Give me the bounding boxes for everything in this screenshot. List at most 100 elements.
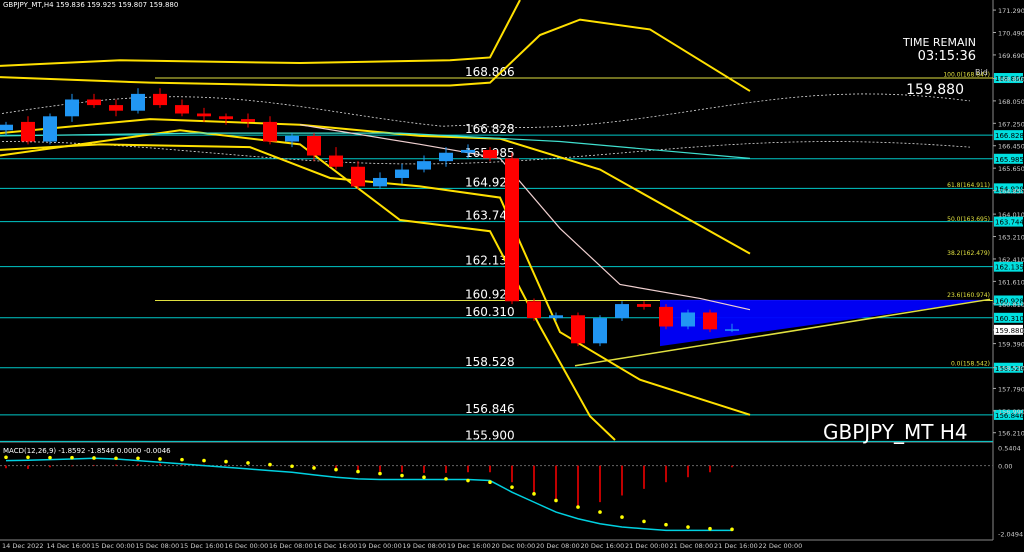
candle-body (87, 99, 101, 106)
time-tick-label: 16 Dec 16:00 (314, 542, 358, 550)
price-tick-label: 171.290 (998, 7, 1024, 15)
fib-label: 23.6(160.974) (947, 292, 990, 299)
fib-label: 38.2(162.479) (947, 250, 990, 257)
candle-body (571, 315, 585, 344)
chart-title: GBPJPY_MT,H4 159.836 159.925 159.807 159… (3, 1, 179, 9)
time-tick-label: 15 Dec 00:00 (91, 542, 135, 550)
candle-body (0, 124, 13, 131)
macd-signal-dot (444, 477, 448, 481)
price-tick-label: 161.610 (998, 278, 1024, 286)
macd-signal-dot (92, 456, 96, 460)
macd-signal-dot (334, 467, 338, 472)
time-tick-label: 19 Dec 16:00 (447, 542, 491, 550)
candle-body (351, 166, 365, 187)
candle-body (725, 329, 739, 331)
time-tick-label: 19 Dec 00:00 (358, 542, 402, 550)
bid-label: Bid (975, 68, 988, 77)
time-remain-value: 03:15:36 (917, 49, 976, 64)
macd-signal-dot (70, 455, 74, 460)
price-tick-label: 168.850 (998, 75, 1024, 83)
candle-body (461, 149, 475, 153)
macd-signal-dot (202, 458, 206, 463)
macd-signal-dot (510, 485, 514, 489)
macd-signal-dot (576, 505, 580, 509)
time-tick-label: 20 Dec 08:00 (536, 542, 580, 550)
candle-body (197, 113, 211, 117)
price-tick-label: 170.490 (998, 30, 1024, 38)
candle-body (395, 169, 409, 178)
macd-tick-label: 0.5404 (998, 445, 1021, 453)
price-tick-label: 168.050 (998, 98, 1024, 106)
fib-label: 0.0(158.542) (951, 360, 990, 367)
candle-body (659, 306, 673, 327)
bid-value: 159.880 (906, 82, 964, 98)
price-tick-label: 156.990 (998, 408, 1024, 416)
macd-signal-dot (708, 526, 712, 531)
candle-body (65, 99, 79, 117)
macd-signal-dot (400, 473, 404, 478)
time-tick-label: 19 Dec 08:00 (403, 542, 447, 550)
time-tick-label: 15 Dec 08:00 (136, 542, 180, 550)
macd-signal-dot (26, 455, 30, 460)
price-tick-label: 159.390 (998, 341, 1024, 349)
macd-signal-dot (224, 459, 228, 464)
candle-body (285, 135, 299, 142)
time-tick-label: 22 Dec 00:00 (759, 542, 803, 550)
candle-body (483, 149, 497, 159)
macd-signal-dot (466, 478, 470, 483)
level-label-156.846: 156.846 (465, 402, 515, 416)
macd-signal-dot (136, 456, 140, 461)
candle-body (417, 161, 431, 170)
price-tag-text-160.310: 160.310 (995, 315, 1024, 323)
candle-body (593, 318, 607, 344)
price-tick-label: 162.410 (998, 256, 1024, 264)
level-label-155.900: 155.900 (465, 428, 515, 442)
macd-tick-label: 0.00 (998, 463, 1012, 471)
level-label-160.310: 160.310 (465, 305, 515, 319)
candle-body (109, 105, 123, 111)
price-tick-label: 158.530 (998, 365, 1024, 373)
macd-signal-dot (356, 469, 360, 474)
time-remain-label: TIME REMAIN (903, 36, 976, 49)
macd-signal-dot (378, 471, 382, 476)
macd-signal-dot (642, 519, 646, 524)
candle-body (241, 119, 255, 122)
macd-signal-dot (554, 498, 558, 503)
fib-label: 50.0(163.695) (947, 216, 990, 223)
macd-signal-dot (290, 464, 294, 469)
time-tick-label: 21 Dec 00:00 (625, 542, 669, 550)
macd-signal-dot (730, 527, 734, 532)
time-tick-label: 16 Dec 00:00 (225, 542, 269, 550)
candle-body (615, 304, 629, 319)
time-tick-label: 21 Dec 16:00 (714, 542, 758, 550)
macd-signal-dot (422, 475, 426, 480)
candle-body (263, 121, 277, 142)
candle-body (703, 312, 717, 330)
time-tick-label: 21 Dec 08:00 (670, 542, 714, 550)
price-tick-label: 165.650 (998, 165, 1024, 173)
price-tag-text-162.135: 162.135 (995, 264, 1024, 272)
time-tick-label: 16 Dec 08:00 (269, 542, 313, 550)
macd-signal-dot (686, 525, 690, 529)
time-tick-label: 20 Dec 16:00 (581, 542, 625, 550)
symbol-label: GBPJPY_MT H4 (823, 420, 968, 444)
level-label-158.528: 158.528 (465, 355, 515, 369)
macd-signal-dot (4, 455, 8, 460)
time-tick-label: 15 Dec 16:00 (180, 542, 224, 550)
candle-body (43, 116, 57, 142)
candle-body (439, 152, 453, 162)
time-tick-label: 14 Dec 2022 (2, 542, 44, 550)
candle-body (175, 105, 189, 114)
candle-body (329, 155, 343, 167)
macd-signal-dot (620, 515, 624, 519)
candle-body (219, 116, 233, 120)
candle-body (131, 93, 145, 111)
price-chart[interactable]: 168.866168.866166.828166.828165.985165.9… (0, 0, 1024, 552)
macd-tick-label: -2.0494 (998, 531, 1023, 539)
candle-body (527, 301, 541, 319)
time-tick-label: 20 Dec 00:00 (492, 542, 536, 550)
macd-signal-dot (246, 461, 250, 465)
price-tag-text-166.828: 166.828 (995, 132, 1024, 140)
price-tick-label: 163.210 (998, 234, 1024, 242)
fib-label: 61.8(164.911) (947, 182, 990, 189)
